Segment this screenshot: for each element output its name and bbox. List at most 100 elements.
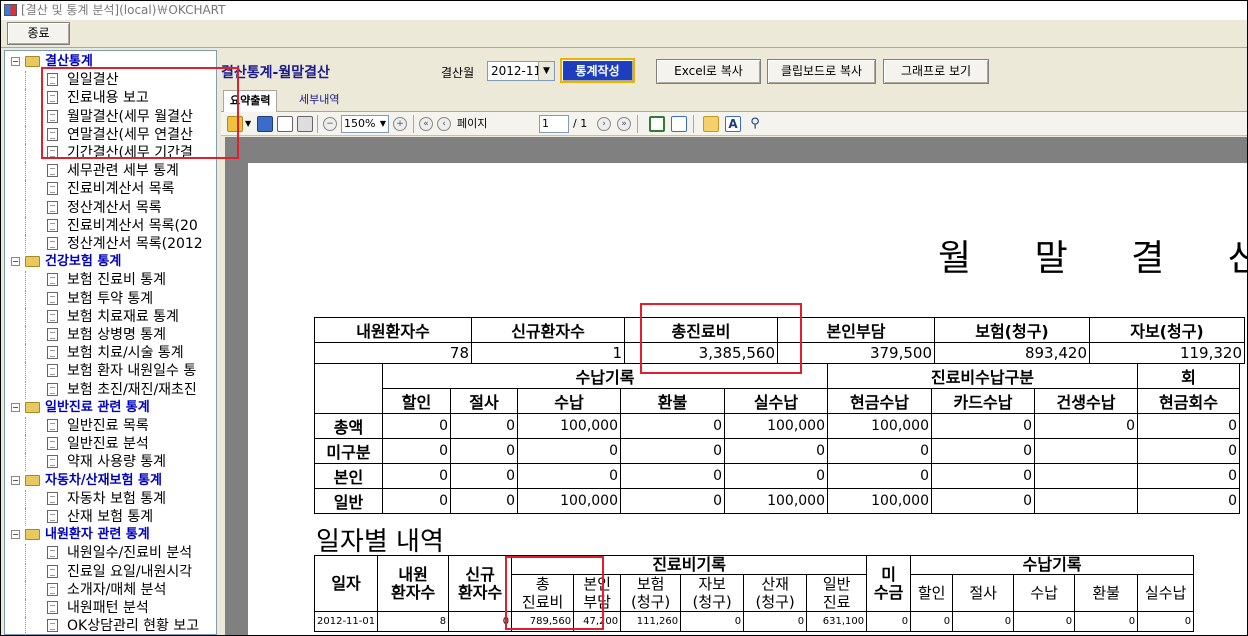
payment-cell: 0	[931, 463, 1035, 489]
fee-record-group-header: 진료비기록	[511, 555, 868, 575]
document-icon	[47, 73, 58, 87]
tree-item-label: 정산계산서 목록	[67, 199, 162, 216]
pay-col-header: 환불	[1074, 574, 1139, 612]
payment-table: 수납기록 진료비수납구분 회 할인 절사 수납 환불 실수납 현금수납 카드수납 건생수납 현금…	[314, 363, 1240, 514]
chevron-down-icon[interactable]: ▼	[245, 116, 251, 132]
daily-cell: 0	[1074, 611, 1139, 632]
tree-item-label: 진료비계산서 목록(20	[67, 217, 198, 234]
daily-cell: 0	[448, 611, 513, 632]
fee-col-header: 보험 (청구)	[620, 574, 682, 612]
month-label: 결산월	[441, 66, 475, 80]
payment-row-label: 미구분	[314, 438, 383, 464]
tree-item-label: 일반진료 목록	[67, 418, 149, 434]
daily-cell: 631,100	[806, 611, 868, 632]
summary-header: 신규환자수	[471, 317, 625, 343]
payment-cell: 0	[1034, 413, 1138, 439]
tree-line	[25, 435, 26, 454]
fee-col-header: 일반 진료	[806, 574, 868, 612]
page-input[interactable]: 1	[539, 115, 569, 133]
tree-item-label: OK상담관리 현황 보고	[67, 618, 200, 635]
copy-to-clipboard-button[interactable]: 클립보드로 복사	[767, 59, 876, 84]
tab-summary[interactable]: 요약출력	[223, 90, 278, 112]
single-page-icon[interactable]	[649, 116, 665, 132]
col-date-header: 일자	[313, 555, 379, 612]
generate-stats-button[interactable]: 통계작성	[560, 58, 635, 83]
summary-value: 1	[471, 342, 625, 364]
tree-item-label: 연말결산(세무 연결산	[67, 126, 193, 143]
toolbar-separator	[317, 115, 318, 133]
toolbar-separator	[693, 115, 694, 133]
tree-item-label: 진료일 요일/내원시각	[67, 563, 193, 580]
prev-page-icon[interactable]: ‹	[437, 117, 451, 131]
summary-header: 총진료비	[624, 317, 778, 343]
first-page-icon[interactable]: «	[419, 117, 433, 131]
daily-cell: 47,200	[573, 611, 622, 632]
zoom-out-icon[interactable]: −	[323, 117, 337, 131]
tree-item-label: 약재 사용량 통계	[67, 454, 167, 471]
summary-header: 본인부담	[777, 317, 935, 343]
page-label: 페이지	[457, 117, 488, 130]
open-folder-icon[interactable]	[227, 116, 243, 132]
copy-to-excel-button[interactable]: Excel로 복사	[656, 59, 761, 84]
summary-header: 내원환자수	[314, 317, 472, 343]
document-icon	[47, 237, 58, 250]
tree-item-label: 보험 진료비 통계	[67, 272, 167, 289]
zoom-select[interactable]: 150% ▼	[341, 115, 389, 133]
tree-item-label: 정산계산서 목록(2012	[67, 236, 203, 252]
tab-detail[interactable]: 세부내역	[293, 90, 345, 112]
collapse-icon[interactable]: −	[11, 530, 20, 540]
document-icon	[47, 455, 58, 469]
find-icon[interactable]: ⚲	[747, 116, 763, 132]
close-button[interactable]: 종료	[7, 22, 70, 45]
collapse-icon[interactable]: −	[11, 402, 20, 412]
save-icon[interactable]	[257, 116, 273, 132]
print-icon[interactable]	[297, 116, 313, 132]
hand-tool-icon[interactable]	[703, 116, 719, 132]
zoom-in-icon[interactable]: +	[393, 117, 407, 131]
tree-group-label: 자동차/산재보험 통계	[45, 472, 162, 488]
collapse-icon[interactable]: −	[11, 475, 20, 485]
folder-icon	[25, 256, 40, 268]
tree-group-label: 건강보험 통계	[45, 254, 122, 270]
document-icon	[47, 564, 58, 578]
collapse-icon[interactable]: −	[11, 57, 20, 66]
daily-cell: 0	[952, 611, 1015, 632]
chevron-down-icon[interactable]: ▼	[380, 116, 386, 132]
table-row: 미구분 0 0 0 0 0 0 0 0	[314, 438, 1240, 464]
view-graph-button[interactable]: 그래프로 보기	[883, 59, 989, 84]
tree-item-label: 일반진료 분석	[67, 436, 149, 453]
payment-cell: 0	[382, 413, 451, 439]
next-page-icon[interactable]: ›	[597, 117, 611, 131]
payment-row-label: 총액	[314, 413, 383, 439]
text-select-icon[interactable]: A	[725, 116, 741, 132]
payment-cell: 0	[827, 438, 932, 464]
document-icon	[47, 619, 58, 633]
tree-item-label: 보험 치료재료 통계	[67, 308, 179, 325]
month-select[interactable]: 2012-11 ▼	[487, 61, 555, 81]
tree-line	[25, 162, 26, 181]
folder-icon	[25, 401, 40, 413]
tree-item-label: 보험 상병명 통계	[67, 327, 167, 343]
multi-page-icon[interactable]	[671, 116, 687, 132]
document-icon	[47, 91, 58, 105]
payment-col-header: 현금수납	[827, 388, 932, 414]
payment-cell: 0	[450, 488, 518, 514]
document-icon	[47, 364, 58, 378]
chevron-down-icon[interactable]: ▼	[538, 62, 554, 80]
report-viewer[interactable]: 월 말 결 산 표 내원환자수신규환자수총진료비본인부담보험(청구)자보(청구)…	[225, 137, 1247, 635]
tree-line	[25, 562, 26, 581]
last-page-icon[interactable]: »	[617, 117, 631, 131]
document-icon[interactable]	[277, 116, 293, 132]
document-icon	[47, 291, 58, 305]
tree-line	[25, 107, 26, 126]
payment-cell: 0	[724, 463, 828, 489]
summary-value: 119,320	[1089, 342, 1245, 364]
tree-line	[25, 235, 26, 253]
app-icon	[4, 4, 17, 16]
payment-cell: 0	[620, 438, 725, 464]
collapse-icon[interactable]: −	[11, 257, 20, 267]
payment-cell	[1034, 438, 1138, 464]
summary-value: 893,420	[934, 342, 1090, 364]
tree-line	[25, 289, 26, 308]
tree-line	[25, 271, 26, 290]
